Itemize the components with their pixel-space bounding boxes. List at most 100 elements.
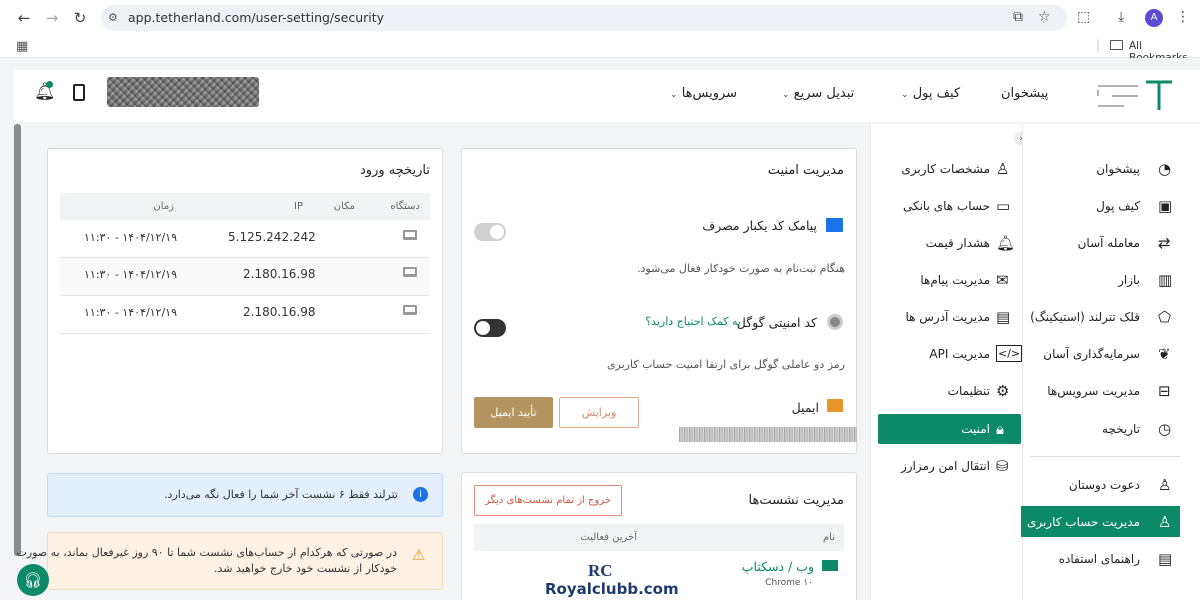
sidebar-item-price-alert[interactable]: هشدار قیمت (926, 236, 990, 250)
forward-icon[interactable]: → (42, 8, 62, 28)
sidebar-item-services[interactable]: مدیریت سرویس‌ها (1047, 384, 1140, 398)
sidebar-item-history[interactable]: تاریخچه (1102, 422, 1140, 436)
apps-grid-icon[interactable]: ▦ (16, 39, 28, 54)
sidebar-item-staking[interactable]: قلک تترلند (استیکینگ) (1030, 310, 1140, 324)
piggy-icon: ⬠ (1158, 308, 1172, 326)
lock-icon: 🔒︎ (996, 420, 1004, 438)
headset-icon: 🎧︎ (23, 571, 43, 589)
edit-email-button[interactable]: ویرایش (559, 397, 639, 428)
history-icon: ◷ (1158, 420, 1172, 438)
nav-quick-swap[interactable]: ⌄ تبدیل سریع (782, 86, 854, 101)
extensions-icon[interactable]: ⬚ (1077, 9, 1090, 25)
nav-services[interactable]: ⌄ سرویس‌ها (670, 86, 737, 101)
sidebar-item-secure-transfer[interactable]: انتقال امن رمزارز (901, 459, 990, 473)
warning-text-line2: خودکار از نشست خود خارج خواهید شد. (214, 562, 397, 575)
google-auth-title: کد امنیتی گوگل (736, 315, 817, 330)
nav-services-label: سرویس‌ها (681, 86, 738, 101)
col-name: نام (822, 532, 835, 543)
user-icon: ♙ (996, 160, 1010, 178)
nav-wallet-label: کیف پول (912, 86, 961, 101)
sidebar-item-easy-invest[interactable]: سرمایه‌گذاری آسان (1043, 347, 1140, 361)
back-icon[interactable]: ← (14, 8, 34, 28)
sidebar-divider (1030, 456, 1180, 457)
logout-all-sessions-button[interactable]: خروج از تمام نشست‌های دیگر (474, 485, 622, 516)
col-device: دستگاه (390, 201, 420, 212)
code-icon: </> (996, 345, 1023, 362)
folder-icon[interactable] (1110, 40, 1123, 50)
sms-toggle[interactable] (474, 223, 506, 241)
mobile-app-icon[interactable] (73, 84, 85, 101)
toggle-knob (476, 321, 490, 335)
col-time: زمان (153, 201, 174, 212)
row-time: ۱۴۰۴/۱۲/۱۹ - ۱۱:۳۰ (84, 231, 177, 244)
info-icon: i (413, 487, 428, 502)
login-history-title: تاریخچه ورود (360, 163, 430, 178)
warning-icon: ⚠ (412, 546, 426, 564)
nav-dashboard[interactable]: پیشخوان (1001, 86, 1048, 101)
sessions-title: مدیریت نشست‌ها (748, 493, 845, 508)
email-icon (827, 399, 843, 412)
site-info-icon[interactable]: ⚙ (108, 11, 118, 24)
bell-plus-icon: 🔔︎ (996, 234, 1016, 252)
settings-sidebar (870, 124, 1022, 600)
bookmarks-separator: | (1096, 38, 1101, 52)
sidebar-item-profile[interactable]: مشخصات کاربری (901, 162, 990, 176)
sms-title: پیامک کد یکبار مصرف (702, 218, 817, 233)
sidebar-item-api[interactable]: مدیریت API (929, 347, 990, 361)
nav-wallet[interactable]: ⌄ کیف پول (901, 86, 960, 101)
row-ip: 5.125.242.242 (228, 230, 316, 244)
sms-description: هنگام ثبت‌نام به صورت خودکار فعال می‌شود… (637, 262, 845, 275)
menu-kebab-icon[interactable]: ⋮ (1176, 9, 1190, 25)
site-logo[interactable] (1094, 76, 1174, 116)
col-ip: IP (294, 201, 303, 212)
sidebar-item-guide[interactable]: راهنمای استفاده (1059, 552, 1140, 566)
google-auth-icon (827, 314, 843, 330)
bookmarks-bar (0, 36, 1200, 58)
sidebar-item-invite[interactable]: دعوت دوستان (1069, 478, 1140, 492)
row-time: ۱۴۰۴/۱۲/۱۹ - ۱۱:۳۰ (84, 306, 177, 319)
sessions-table-header (474, 524, 844, 551)
nav-quick-swap-label: تبدیل سریع (793, 86, 855, 101)
profile-avatar[interactable]: A (1145, 9, 1163, 27)
sidebar-item-wallet[interactable]: کیف پول (1096, 199, 1140, 213)
security-title: مدیریت امنیت (767, 163, 844, 178)
reload-icon[interactable]: ↻ (70, 8, 90, 28)
mail-icon: ✉ (996, 271, 1009, 289)
sidebar-item-settings[interactable]: تنظیمات (948, 384, 990, 398)
support-chat-button[interactable]: 🎧︎ (17, 564, 49, 596)
chevron-down-icon: ⌄ (901, 90, 909, 100)
user-settings-icon: ♙ (1158, 513, 1172, 531)
login-table-header (60, 193, 430, 220)
bar-chart-icon: ▥ (1158, 271, 1173, 289)
sidebar-item-easy-trade[interactable]: معامله آسان (1078, 236, 1140, 250)
row-ip: 2.180.16.98 (243, 267, 316, 281)
sidebar-item-messages[interactable]: مدیریت پیام‌ها (920, 273, 990, 287)
chevron-down-icon: ⌄ (782, 90, 790, 100)
google-help-link[interactable]: به کمک احتیاج دارید؟ (645, 315, 741, 328)
chart-pie-icon: ◔ (1158, 160, 1172, 178)
toggle-knob (490, 225, 504, 239)
install-app-icon[interactable]: ⧉ (1013, 9, 1023, 25)
email-value-redacted (679, 427, 857, 442)
desktop-icon (822, 560, 838, 571)
url-text[interactable]: app.tetherland.com/user-setting/security (128, 10, 384, 25)
google-auth-toggle[interactable] (474, 319, 506, 337)
bookmark-star-icon[interactable]: ☆ (1038, 9, 1051, 25)
desktop-icon (403, 305, 417, 315)
clipboard-icon: ▤ (996, 308, 1011, 326)
sidebar-item-addresses[interactable]: مدیریت آدرس ها (905, 310, 990, 324)
page-scrollbar[interactable] (14, 124, 21, 556)
sidebar-item-security-label: امنیت (961, 422, 990, 436)
sidebar-item-account-label: مدیریت حساب کاربری (1026, 515, 1140, 529)
session-name: وب / دسکتاپ (741, 559, 814, 574)
desktop-icon (403, 230, 417, 240)
row-ip: 2.180.16.98 (243, 305, 316, 319)
user-info-redacted[interactable] (107, 77, 259, 107)
gear-icon: ⚙ (996, 382, 1010, 400)
sidebar-item-bank-accounts[interactable]: حساب های بانکی (903, 199, 990, 213)
briefcase-icon: ⊟ (1158, 382, 1171, 400)
verify-email-button[interactable]: تأیید ایمیل (474, 397, 553, 428)
sidebar-item-dashboard[interactable]: پیشخوان (1096, 162, 1140, 176)
sidebar-item-market[interactable]: بازار (1118, 273, 1140, 287)
download-icon[interactable]: ⤓ (1118, 9, 1124, 25)
